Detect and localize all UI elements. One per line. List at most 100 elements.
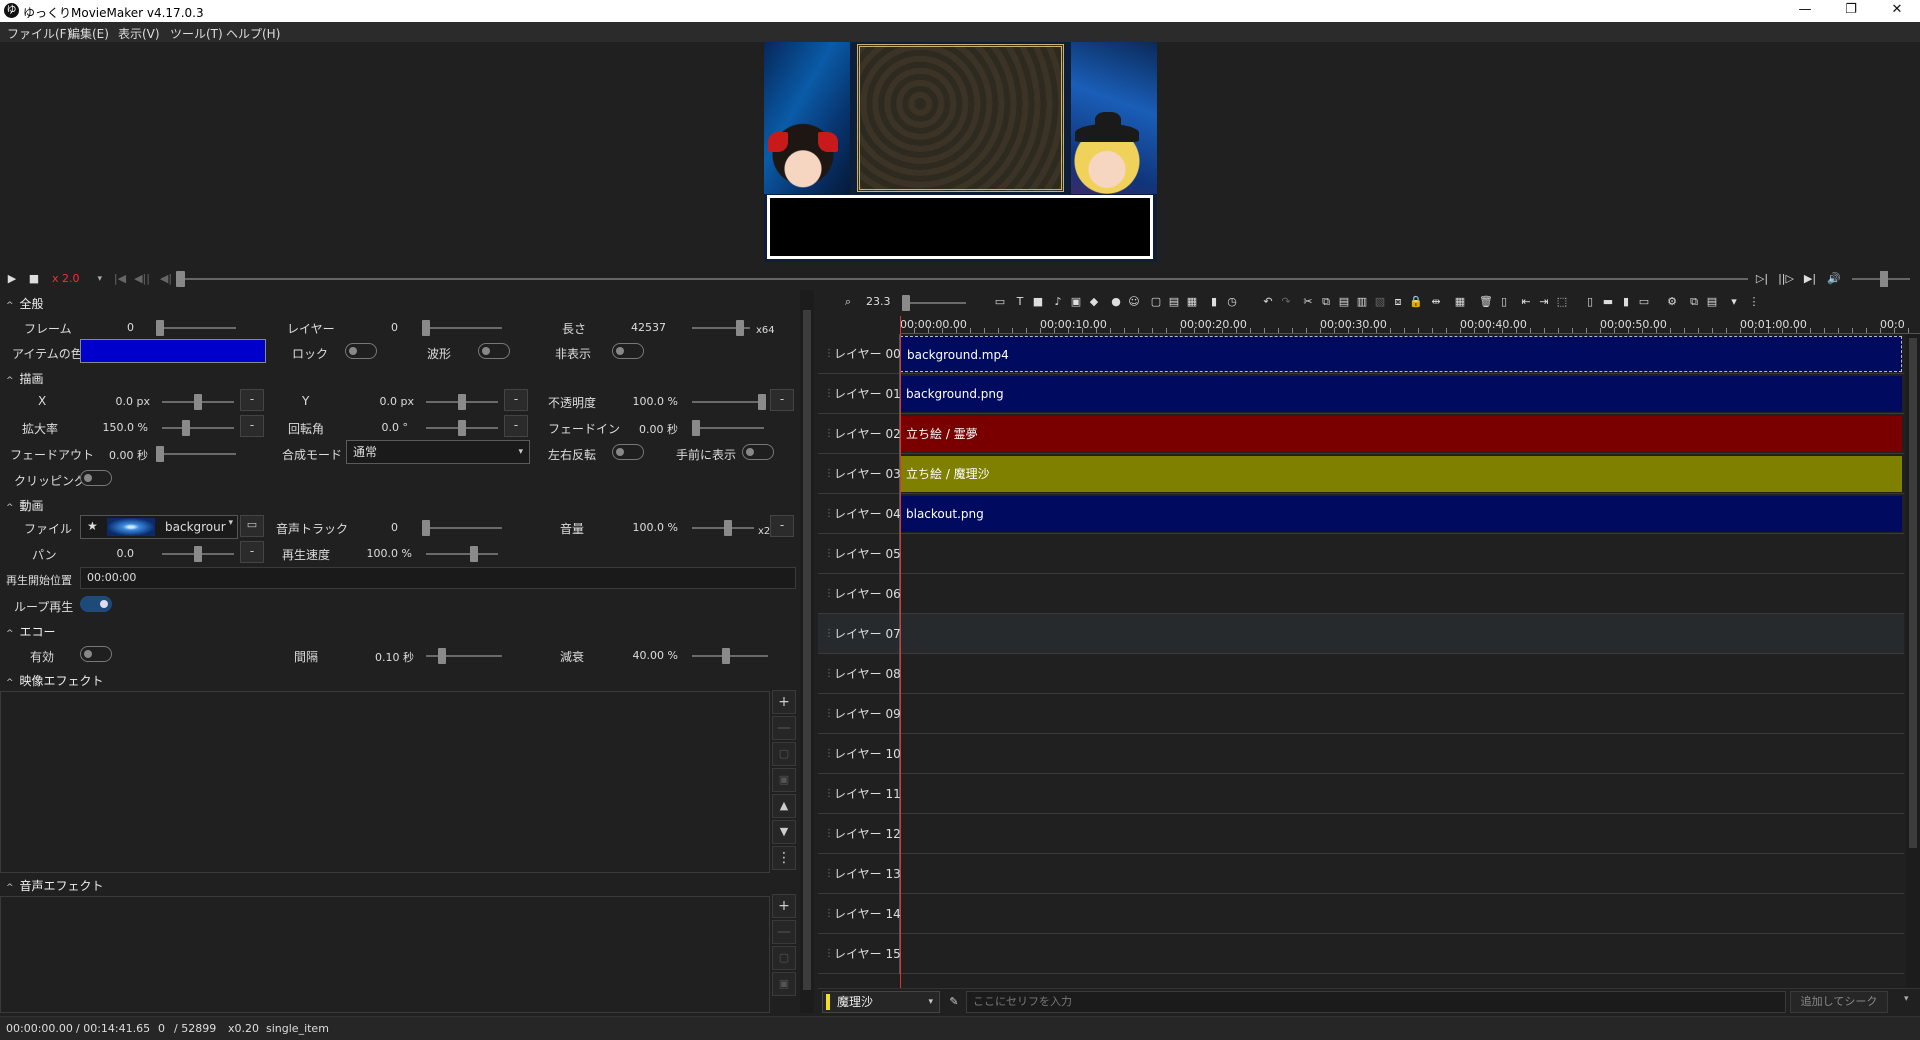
audio-track-value[interactable]: 0 [356,521,398,534]
align-icon[interactable]: ⇹ [1428,294,1444,310]
play-to-end-icon[interactable]: ▷| [1754,271,1770,287]
video-icon[interactable]: ■ [1030,294,1046,310]
voice-settings-icon[interactable]: ✎ [946,994,962,1010]
blend-mode-select[interactable]: 通常 ▾ [346,440,530,464]
pan-minus-button[interactable]: - [240,541,264,563]
clipboard-icon[interactable]: ▥ [1354,294,1370,310]
layer-header[interactable]: ⋮ レイヤー 08 [818,654,901,694]
more-icon[interactable]: ⋮ [1746,294,1762,310]
paste-icon[interactable]: ▤ [1336,294,1352,310]
layer-header[interactable]: ⋮ レイヤー 13 [818,854,901,894]
slider-thumb[interactable] [458,420,466,436]
stop-icon[interactable]: ■ [26,271,42,287]
section-audio-effects[interactable]: ^ 音声エフェクト [6,877,104,894]
star-icon[interactable]: ★ [87,519,98,533]
front-toggle[interactable] [742,444,774,460]
slider-thumb[interactable] [736,320,744,336]
split-icon[interactable]: ▧ [1372,294,1388,310]
prev-item-icon[interactable]: ◀|| [134,271,150,287]
drag-handle-icon[interactable]: ⋮ [824,374,834,414]
seek-thumb[interactable] [176,271,185,287]
volume-minus-button[interactable]: - [770,515,794,537]
layer-slider[interactable] [422,320,502,336]
fadein-value[interactable]: 0.00 秒 [626,421,678,437]
slider-thumb[interactable] [722,648,730,664]
clipping-toggle[interactable] [80,470,112,486]
drag-handle-icon[interactable]: ⋮ [824,654,834,694]
drag-handle-icon[interactable]: ⋮ [824,574,834,614]
character-select[interactable]: 魔理沙 ▾ [822,991,940,1013]
menu-file[interactable]: ファイル(F) [7,25,71,42]
timeline-clip[interactable]: 立ち絵 / 霊夢 [900,416,1902,452]
zoom-slider[interactable] [162,420,234,436]
drag-handle-icon[interactable]: ⋮ [824,694,834,734]
redo-icon[interactable]: ↷ [1278,294,1294,310]
layer-header[interactable]: ⋮ レイヤー 07 [818,614,901,654]
time-ruler[interactable]: 00:00:00.00 00:00:10.00 00:00:20.00 00:0… [900,316,1920,334]
layer-header[interactable]: ⋮ レイヤー 00 [818,334,901,374]
open-folder-icon[interactable]: ▬ [1600,294,1616,310]
slider-thumb[interactable] [902,295,910,311]
x-value[interactable]: 0.0 px [92,395,150,408]
save-video-effect-button[interactable]: ▣ [772,768,796,792]
table-icon[interactable]: ▦ [1452,294,1468,310]
drag-handle-icon[interactable]: ⋮ [824,454,834,494]
volume-prop-slider[interactable] [692,520,754,536]
layer-header[interactable]: ⋮ レイヤー 01 [818,374,901,414]
timeline-lane[interactable]: ⋮ レイヤー 07 [818,614,1904,654]
save-icon[interactable]: ▮ [1206,294,1222,310]
pan-value[interactable]: 0.0 [92,547,135,560]
seek-slider[interactable] [176,271,1748,287]
audio-effects-list[interactable] [0,896,770,1013]
timeline-lane[interactable]: ⋮ レイヤー 03 立ち絵 / 魔理沙 [818,454,1904,494]
select-icon[interactable]: ⬚ [1554,294,1570,310]
lock-toggle[interactable] [345,343,377,359]
menu-tools[interactable]: ツール(T) [170,25,223,42]
duplicate-icon[interactable]: ⧈ [1390,294,1406,310]
opacity-minus-button[interactable]: - [770,389,794,411]
copy-video-effect-button[interactable]: ▢ [772,742,796,766]
remove-video-effect-button[interactable]: — [772,716,796,740]
paste-doc-icon[interactable]: ▤ [1704,294,1720,310]
y-value[interactable]: 0.0 px [356,395,414,408]
fadeout-value[interactable]: 0.00 秒 [96,447,148,463]
minimize-button[interactable]: — [1782,0,1828,22]
zoom-value[interactable]: 150.0 % [86,421,148,434]
zoom-icon[interactable]: ⌕ [840,294,856,310]
menu-help[interactable]: ヘルプ(H) [226,25,280,42]
layer-header[interactable]: ⋮ レイヤー 03 [818,454,901,494]
timeline-lane[interactable]: ⋮ レイヤー 12 [818,814,1904,854]
timeline-clip[interactable]: background.mp4 [900,336,1902,372]
play-speed-slider[interactable] [426,546,498,562]
opacity-value[interactable]: 100.0 % [616,395,678,408]
next-frame-icon[interactable]: ▶| [1802,271,1818,287]
lock-icon[interactable]: 🔒 [1408,294,1424,310]
settings-icon[interactable]: ⚙ [1664,294,1680,310]
frame-slider[interactable] [156,320,236,336]
drag-handle-icon[interactable]: ⋮ [824,814,834,854]
drag-handle-icon[interactable]: ⋮ [824,734,834,774]
layers-icon[interactable]: ▤ [1166,294,1182,310]
slider-thumb[interactable] [438,648,446,664]
fadein-slider[interactable] [692,420,764,436]
save-file-icon[interactable]: ▮ [1618,294,1634,310]
slider-thumb[interactable] [194,394,202,410]
layer-header[interactable]: ⋮ レイヤー 05 [818,534,901,574]
cut-icon[interactable]: ✂ [1300,294,1316,310]
layer-header[interactable]: ⋮ レイヤー 06 [818,574,901,614]
drag-handle-icon[interactable]: ⋮ [824,334,834,374]
layer-header[interactable]: ⋮ レイヤー 04 [818,494,901,534]
echo-interval-slider[interactable] [426,648,502,664]
layer-header[interactable]: ⋮ レイヤー 11 [818,774,901,814]
slider-thumb[interactable] [156,320,164,336]
echo-enabled-toggle[interactable] [80,646,112,662]
shape-icon[interactable]: ◆ [1086,294,1102,310]
restore-button[interactable]: ❐ [1828,0,1874,22]
next-item-icon[interactable]: ||▷ [1778,271,1794,287]
waveform-toggle[interactable] [478,343,510,359]
hidden-toggle[interactable] [612,343,644,359]
rotation-value[interactable]: 0.0 ° [356,421,409,434]
slider-thumb[interactable] [758,394,766,410]
export-icon[interactable]: ▭ [1636,294,1652,310]
clock-icon[interactable]: ◷ [1224,294,1240,310]
